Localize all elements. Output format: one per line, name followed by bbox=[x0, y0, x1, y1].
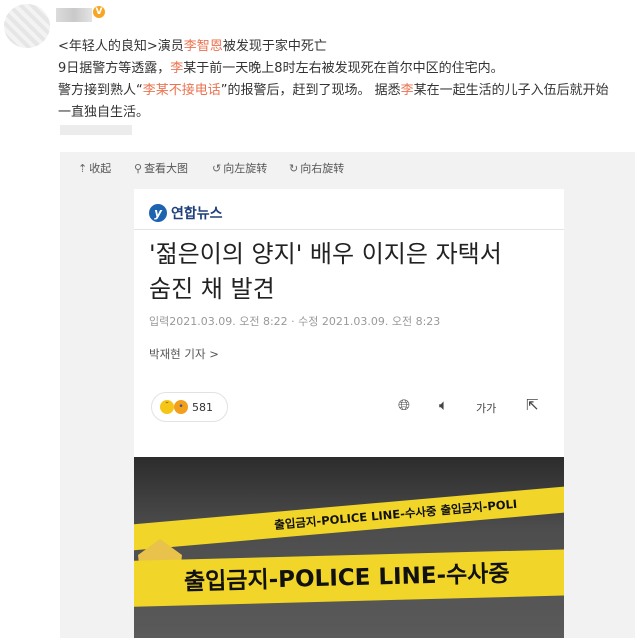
police-tape-large: 출입금지-POLICE LINE-수사중 bbox=[134, 548, 564, 608]
news-logo: y 연합뉴스 bbox=[149, 203, 223, 223]
post-line-2: 9日据警方等透露，李某于前一天晚上8时左右被发现死在首尔中区的住宅内。 bbox=[58, 61, 504, 76]
rotate-right-icon: ↻ bbox=[289, 161, 299, 175]
rotate-left-button[interactable]: ↺ 向左旋转 bbox=[212, 160, 267, 176]
post-line-4: 一直独自生活。 bbox=[58, 105, 150, 120]
article-screenshot[interactable]: y 연합뉴스 '젊은이의 양지' 배우 이지은 자택서 숨진 채 발견 입력20… bbox=[134, 189, 564, 638]
post-line-1: <年轻人的良知>演员李智恩被发现于家中死亡 bbox=[58, 39, 327, 54]
sad-emoji-icon: ˘ bbox=[160, 400, 174, 414]
share-icon[interactable]: ⇱ bbox=[526, 396, 539, 414]
highlighted-name[interactable]: 李智恩 bbox=[184, 39, 223, 54]
rotate-left-icon: ↺ bbox=[212, 161, 222, 175]
username-blurred[interactable] bbox=[56, 8, 92, 22]
upload-icon: ⇡ bbox=[78, 161, 88, 175]
globe-icon[interactable]: 🌐︎ bbox=[398, 396, 410, 414]
collapse-button[interactable]: ⇡ 收起 bbox=[78, 160, 111, 176]
post-line-3: 警方接到熟人“李某不接电话”的报警后，赶到了现场。 据悉李某在一起生活的儿子入伍… bbox=[58, 83, 609, 98]
article-headline: '젊은이의 양지' 배우 이지은 자택서 숨진 채 발견 bbox=[149, 240, 502, 303]
police-tape-small: 출입금지-POLICE LINE-수사중 출입금지-POLI bbox=[134, 485, 564, 551]
crying-emoji-icon: • bbox=[174, 400, 188, 414]
rotate-right-button[interactable]: ↻ 向右旋转 bbox=[289, 160, 344, 176]
blurred-text bbox=[60, 125, 132, 135]
police-line-photo: 출입금지-POLICE LINE-수사중 출입금지-POLI 출입금지-POLI… bbox=[134, 457, 564, 638]
highlighted-name[interactable]: 李 bbox=[401, 83, 414, 98]
article-meta: 입력2021.03.09. 오전 8:22 · 수정 2021.03.09. 오… bbox=[149, 315, 441, 328]
highlighted-name[interactable]: 李 bbox=[170, 61, 183, 76]
reporter-link[interactable]: 박재현 기자 > bbox=[149, 346, 219, 362]
post-text: <年轻人的良知>演员李智恩被发现于家中死亡 9日据警方等透露，李某于前一天晚上8… bbox=[58, 36, 638, 124]
view-large-button[interactable]: ⚲ 查看大图 bbox=[134, 160, 188, 176]
yonhap-logo-icon: y bbox=[149, 204, 167, 222]
magnifier-icon: ⚲ bbox=[134, 161, 143, 175]
verified-badge-icon: V bbox=[93, 6, 105, 18]
divider bbox=[134, 229, 564, 230]
speaker-icon[interactable]: 🔈︎ bbox=[439, 396, 448, 414]
reaction-button[interactable]: ˘ • 581 bbox=[151, 392, 228, 422]
font-size-button[interactable]: 가가 bbox=[476, 400, 496, 416]
avatar[interactable] bbox=[4, 4, 50, 48]
highlighted-quote[interactable]: 李某不接电话 bbox=[143, 83, 221, 98]
